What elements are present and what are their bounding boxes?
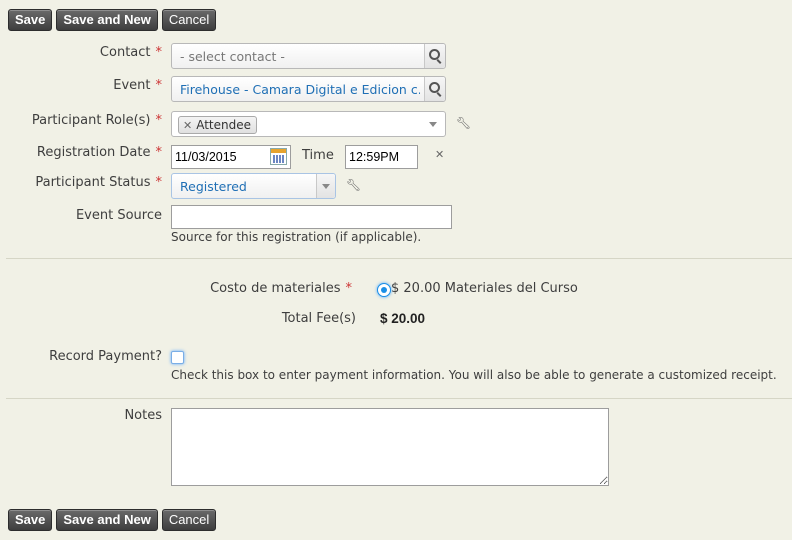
event-value: Firehouse - Camara Digital e Edicion c..… <box>180 82 420 97</box>
time-label: Time <box>302 148 334 163</box>
total-fee-value: $ 20.00 <box>380 311 426 326</box>
event-source-input[interactable] <box>171 205 452 229</box>
section-divider <box>6 258 792 259</box>
clear-datetime-icon[interactable]: ✕ <box>435 148 444 161</box>
event-select[interactable]: Firehouse - Camara Digital e Edicion c..… <box>171 76 446 102</box>
event-source-label: Event Source <box>75 208 162 223</box>
contact-search-button[interactable] <box>424 44 445 68</box>
record-payment-label: Record Payment? <box>49 349 162 364</box>
cost-option-label: $ 20.00 Materiales del Curso <box>391 281 578 296</box>
participant-status-select[interactable]: Registered <box>171 173 336 199</box>
event-source-hint: Source for this registration (if applica… <box>171 230 422 244</box>
search-icon <box>429 49 440 60</box>
cancel-button[interactable]: Cancel <box>161 509 217 531</box>
cost-option-radio[interactable] <box>377 283 391 297</box>
participant-role-label: Participant Role(s) * <box>31 113 162 128</box>
notes-label: Notes <box>124 408 162 423</box>
chevron-down-icon <box>322 184 330 189</box>
time-input[interactable] <box>345 145 418 169</box>
chevron-down-icon <box>429 122 437 127</box>
save-button[interactable]: Save <box>8 509 53 531</box>
record-payment-hint: Check this box to enter payment informat… <box>171 368 777 382</box>
record-payment-checkbox[interactable] <box>171 351 184 364</box>
status-dropdown-button[interactable] <box>316 174 335 198</box>
total-fee-label: Total Fee(s) <box>281 311 356 326</box>
notes-textarea[interactable] <box>171 408 609 486</box>
search-icon <box>429 82 440 93</box>
role-tag: ✕ Attendee <box>178 116 257 134</box>
save-button[interactable]: Save <box>8 9 53 31</box>
contact-placeholder: - select contact - <box>180 49 285 64</box>
bottom-button-bar: Save Save and New Cancel <box>8 509 217 531</box>
registration-date-label: Registration Date * <box>36 145 162 160</box>
save-and-new-button[interactable]: Save and New <box>56 9 158 31</box>
cost-label: Costo de materiales * <box>210 281 352 296</box>
remove-tag-icon[interactable]: ✕ <box>183 119 192 132</box>
event-label: Event * <box>113 78 162 93</box>
calendar-icon[interactable] <box>270 148 287 165</box>
contact-select[interactable]: - select contact - <box>171 43 446 69</box>
contact-label: Contact * <box>99 45 162 60</box>
participant-status-value: Registered <box>180 179 247 194</box>
cancel-button[interactable]: Cancel <box>161 9 217 31</box>
top-button-bar: Save Save and New Cancel <box>8 9 217 31</box>
wrench-icon[interactable]: 🔧︎ <box>346 178 361 192</box>
participant-status-label: Participant Status * <box>35 175 162 190</box>
wrench-icon[interactable]: 🔧︎ <box>456 116 471 130</box>
section-divider <box>6 398 792 399</box>
event-search-button[interactable] <box>424 77 445 101</box>
participant-role-select[interactable]: ✕ Attendee <box>171 111 446 137</box>
save-and-new-button[interactable]: Save and New <box>56 509 158 531</box>
